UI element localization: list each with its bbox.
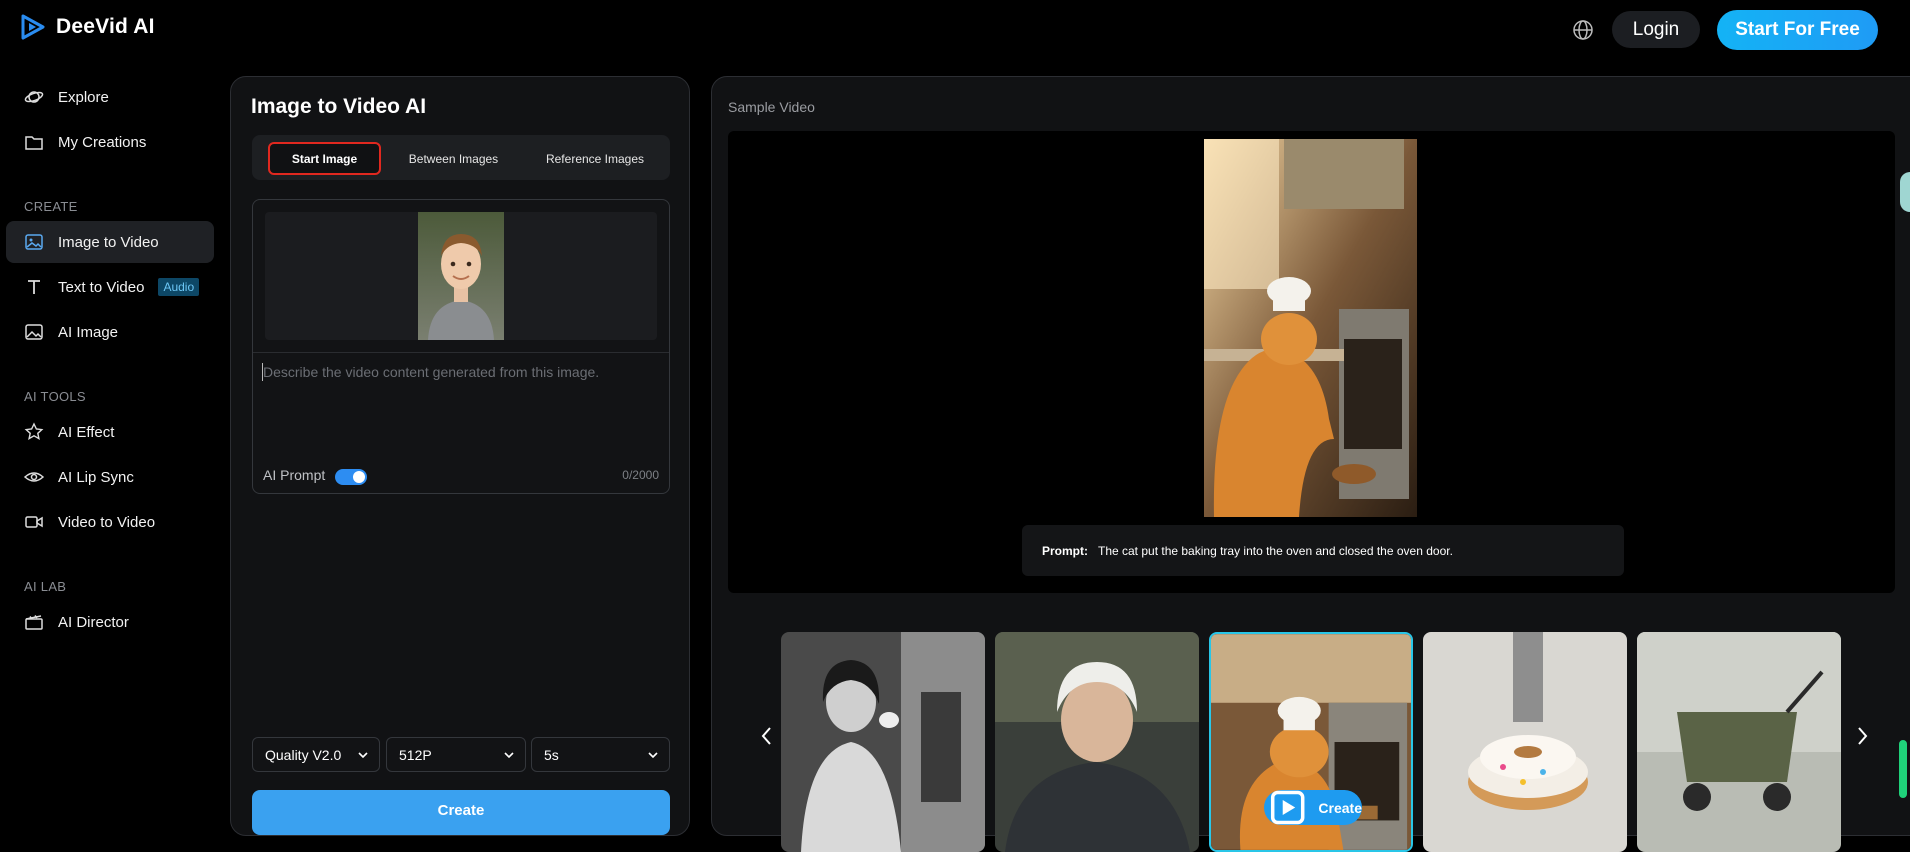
section-label-create: CREATE xyxy=(24,199,78,214)
divider xyxy=(253,352,669,353)
sidebar-item-label: My Creations xyxy=(58,133,147,151)
login-button[interactable]: Login xyxy=(1612,11,1700,48)
chevron-left-icon[interactable] xyxy=(757,724,777,748)
scrollbar-thumb[interactable] xyxy=(1899,740,1907,798)
image-upload-area[interactable] xyxy=(265,212,657,340)
mode-tabs: Start Image Between Images Reference Ima… xyxy=(252,135,670,180)
sidebar-item-label: AI Director xyxy=(58,613,129,631)
sample-video-frame[interactable] xyxy=(1204,139,1417,517)
sidebar-item-ai-effect[interactable]: AI Effect xyxy=(6,411,214,453)
chevron-down-icon xyxy=(358,752,368,759)
deevid-logo-icon xyxy=(21,14,45,40)
prompt-text: The cat put the baking tray into the ove… xyxy=(1098,543,1453,558)
clapper-icon xyxy=(25,615,43,630)
sidebar-item-text-to-video[interactable]: Text to Video Audio xyxy=(6,266,214,308)
sample-thumbnail-donut xyxy=(1423,632,1627,852)
tab-reference-images[interactable]: Reference Images xyxy=(526,142,664,175)
globe-icon[interactable] xyxy=(1572,19,1594,41)
sample-card[interactable] xyxy=(781,632,985,852)
camera-icon xyxy=(25,516,43,528)
sidebar-item-label: Explore xyxy=(58,88,109,106)
logo[interactable]: DeeVid AI xyxy=(20,14,155,40)
sample-card[interactable] xyxy=(1423,632,1627,852)
sidebar-item-video-to-video[interactable]: Video to Video xyxy=(6,501,214,543)
sidebar-item-explore[interactable]: Explore xyxy=(6,76,214,118)
resolution-value: 512P xyxy=(399,746,432,763)
sidebar-item-label: AI Image xyxy=(58,323,119,341)
folder-icon xyxy=(25,136,43,150)
editor-panel: Image to Video AI Start Image Between Im… xyxy=(230,76,690,836)
quality-value: Quality V2.0 xyxy=(265,746,342,763)
sidebar-item-image-to-video[interactable]: Image to Video xyxy=(6,221,214,263)
sidebar-item-label: Image to Video xyxy=(58,233,159,251)
planet-icon xyxy=(24,91,44,103)
create-icon xyxy=(1270,790,1305,825)
sample-thumbnail-woman xyxy=(781,632,985,852)
chevron-right-icon[interactable] xyxy=(1852,724,1872,748)
sidebar-item-label: Text to Video xyxy=(58,278,145,296)
sample-panel: Sample Video Prompt: The cat put the bak… xyxy=(711,76,1910,852)
sample-card-active[interactable]: Create xyxy=(1209,632,1413,852)
ai-prompt-label: AI Prompt xyxy=(263,467,326,483)
sidebar-item-label: AI Effect xyxy=(58,423,115,441)
chevron-down-icon xyxy=(648,752,658,759)
page-title: Image to Video AI xyxy=(251,95,427,118)
resolution-select[interactable]: 512P xyxy=(386,737,526,772)
chevron-down-icon xyxy=(504,752,514,759)
sidebar-item-label: Video to Video xyxy=(58,513,156,531)
prompt-input[interactable]: Describe the video content generated fro… xyxy=(263,364,599,380)
sample-thumbnail-wagon xyxy=(1637,632,1841,852)
image-icon xyxy=(25,234,43,250)
sample-card[interactable] xyxy=(1637,632,1841,852)
sample-video-label: Sample Video xyxy=(728,99,815,115)
eye-icon xyxy=(24,472,44,482)
duration-select[interactable]: 5s xyxy=(531,737,670,772)
uploaded-image-thumbnail[interactable] xyxy=(418,212,504,340)
card-create-button[interactable]: Create xyxy=(1264,790,1362,825)
brand-name: DeeVid AI xyxy=(56,15,155,38)
video-player[interactable]: Prompt: The cat put the baking tray into… xyxy=(728,131,1895,593)
sample-thumbnail-elderly-woman xyxy=(995,632,1199,852)
tab-between-images[interactable]: Between Images xyxy=(387,142,520,175)
gallery-icon xyxy=(25,324,43,340)
card-create-label: Create xyxy=(1318,799,1362,816)
tab-start-image[interactable]: Start Image xyxy=(268,142,381,175)
create-button[interactable]: Create xyxy=(252,790,670,835)
ai-prompt-toggle[interactable] xyxy=(335,469,367,485)
prompt-label: Prompt: xyxy=(1042,543,1088,558)
start-for-free-button[interactable]: Start For Free xyxy=(1717,10,1878,50)
floating-widget[interactable] xyxy=(1900,172,1910,212)
section-label-ai-tools: AI TOOLS xyxy=(24,389,86,404)
section-label-ai-lab: AI LAB xyxy=(24,579,67,594)
sample-card[interactable] xyxy=(995,632,1199,852)
star-icon xyxy=(24,422,44,440)
sidebar-item-label: AI Lip Sync xyxy=(58,468,134,486)
sample-prompt-bar: Prompt: The cat put the baking tray into… xyxy=(1022,525,1624,576)
top-bar: DeeVid AI Login Start For Free xyxy=(0,0,1910,60)
character-counter: 0/2000 xyxy=(622,468,659,482)
sidebar-item-ai-image[interactable]: AI Image xyxy=(6,311,214,353)
audio-badge: Audio xyxy=(158,278,200,296)
text-icon xyxy=(28,280,40,294)
quality-select[interactable]: Quality V2.0 xyxy=(252,737,380,772)
sidebar-item-ai-director[interactable]: AI Director xyxy=(6,601,214,643)
sidebar-item-my-creations[interactable]: My Creations xyxy=(6,121,214,163)
duration-value: 5s xyxy=(544,746,559,763)
sidebar-item-ai-lip-sync[interactable]: AI Lip Sync xyxy=(6,456,214,498)
prompt-box: Describe the video content generated fro… xyxy=(252,199,670,494)
